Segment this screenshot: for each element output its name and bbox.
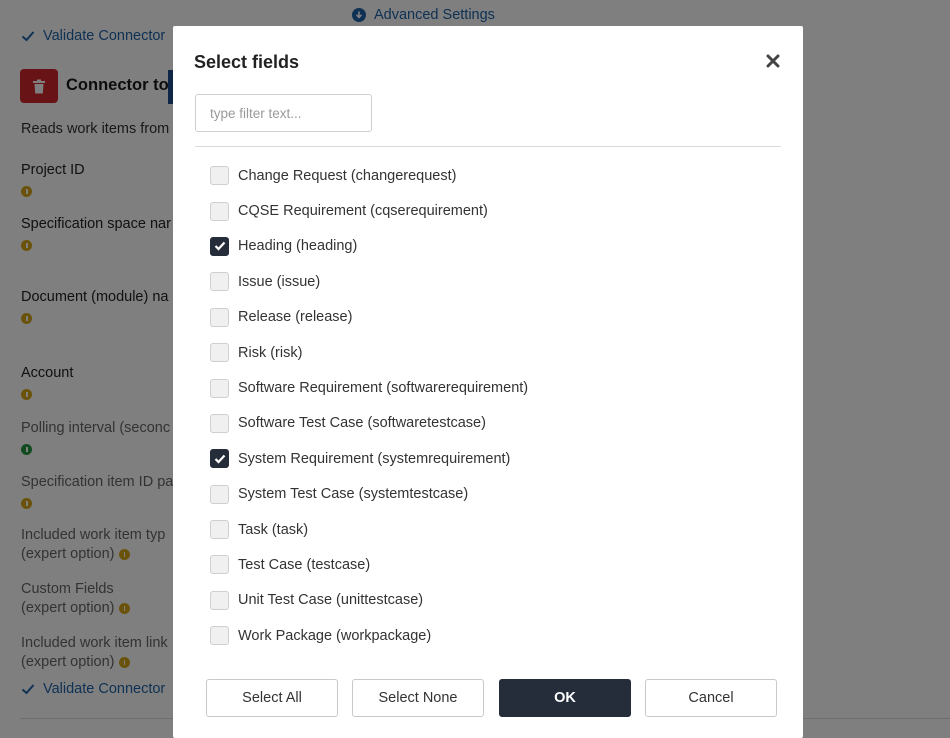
close-icon bbox=[766, 54, 780, 68]
field-option[interactable]: Unit Test Case (unittestcase) bbox=[210, 583, 770, 618]
select-all-button[interactable]: Select All bbox=[206, 679, 338, 717]
field-option-label: Test Case (testcase) bbox=[238, 556, 371, 573]
checkbox[interactable] bbox=[210, 236, 229, 256]
field-option-label: Risk (risk) bbox=[238, 344, 303, 361]
field-option-label: System Test Case (systemtestcase) bbox=[238, 486, 469, 503]
field-option-label: Software Requirement (softwarerequiremen… bbox=[238, 380, 529, 397]
field-option-label: Task (task) bbox=[238, 521, 309, 538]
field-option[interactable]: Risk (risk) bbox=[210, 335, 770, 370]
field-option-label: Release (release) bbox=[238, 309, 353, 326]
cancel-button[interactable]: Cancel bbox=[645, 679, 777, 717]
field-option[interactable]: CQSE Requirement (cqserequirement) bbox=[210, 193, 770, 228]
close-button[interactable] bbox=[764, 52, 782, 70]
field-option-label: Change Request (changerequest) bbox=[238, 167, 457, 184]
checkbox[interactable] bbox=[210, 166, 229, 186]
checkmark-icon bbox=[214, 242, 225, 252]
field-option-label: Software Test Case (softwaretestcase) bbox=[238, 415, 486, 432]
checkbox[interactable] bbox=[210, 520, 229, 540]
checkbox[interactable] bbox=[210, 343, 229, 363]
checkbox[interactable] bbox=[210, 378, 229, 398]
checkbox[interactable] bbox=[210, 201, 229, 221]
select-none-button[interactable]: Select None bbox=[352, 679, 484, 717]
field-option[interactable]: Task (task) bbox=[210, 512, 770, 547]
field-option[interactable]: Issue (issue) bbox=[210, 264, 770, 299]
dialog-title: Select fields bbox=[194, 52, 300, 72]
checkbox[interactable] bbox=[210, 307, 229, 327]
field-option-label: System Requirement (systemrequirement) bbox=[238, 450, 511, 467]
field-option-label: Unit Test Case (unittestcase) bbox=[238, 592, 424, 609]
field-option[interactable]: Software Test Case (softwaretestcase) bbox=[210, 406, 770, 441]
field-option[interactable]: Release (release) bbox=[210, 300, 770, 335]
field-option-label: Issue (issue) bbox=[238, 273, 321, 290]
divider bbox=[195, 146, 781, 147]
field-option[interactable]: Work Package (workpackage) bbox=[210, 618, 770, 653]
select-fields-dialog: Select fields Change Request (changerequ… bbox=[173, 26, 803, 738]
checkbox[interactable] bbox=[210, 449, 229, 469]
ok-button[interactable]: OK bbox=[499, 679, 631, 717]
checkbox[interactable] bbox=[210, 484, 229, 504]
field-option[interactable]: Software Requirement (softwarerequiremen… bbox=[210, 370, 770, 405]
field-option[interactable]: Change Request (changerequest) bbox=[210, 158, 770, 193]
checkbox[interactable] bbox=[210, 413, 229, 433]
field-option-label: Work Package (workpackage) bbox=[238, 627, 432, 644]
field-option[interactable]: Test Case (testcase) bbox=[210, 547, 770, 582]
filter-input[interactable] bbox=[195, 94, 372, 132]
checkbox[interactable] bbox=[210, 626, 229, 646]
field-option[interactable]: System Test Case (systemtestcase) bbox=[210, 477, 770, 512]
field-option-label: Heading (heading) bbox=[238, 238, 358, 255]
field-list: Change Request (changerequest) CQSE Requi… bbox=[210, 158, 770, 653]
checkbox[interactable] bbox=[210, 590, 229, 610]
field-option[interactable]: System Requirement (systemrequirement) bbox=[210, 441, 770, 476]
checkbox[interactable] bbox=[210, 272, 229, 292]
field-option-label: CQSE Requirement (cqserequirement) bbox=[238, 203, 488, 220]
checkmark-icon bbox=[214, 454, 225, 464]
field-option[interactable]: Heading (heading) bbox=[210, 229, 770, 264]
checkbox[interactable] bbox=[210, 555, 229, 575]
